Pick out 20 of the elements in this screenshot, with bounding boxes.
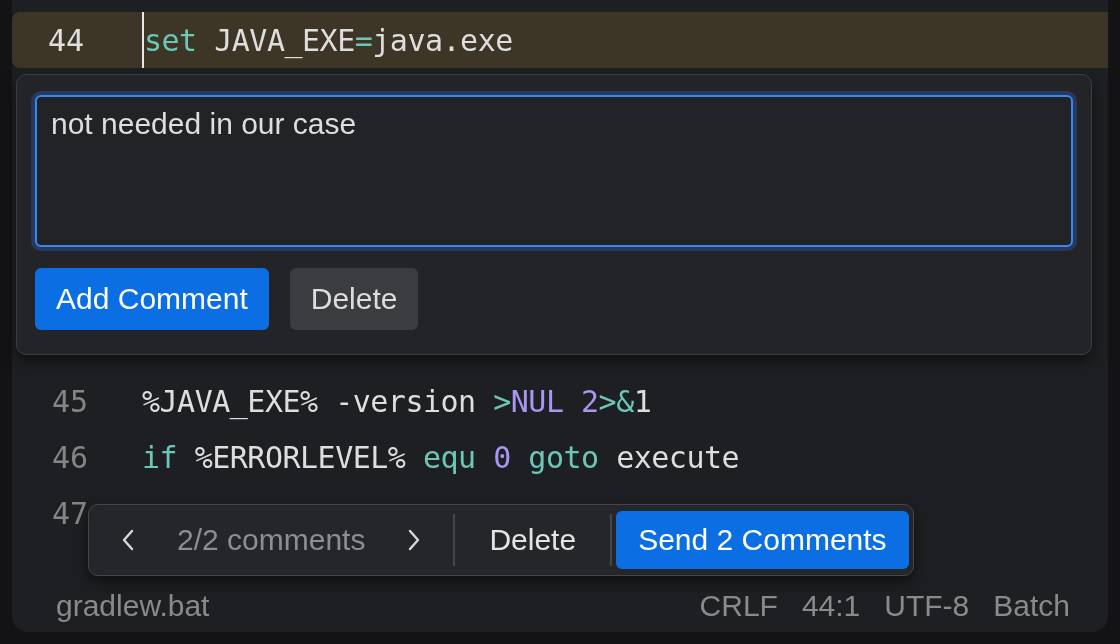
line-number: 47 (51, 495, 90, 531)
code-line: %JAVA_EXE% -version >NUL 2>&1 (142, 383, 652, 419)
status-item[interactable]: 44:1 (801, 589, 861, 623)
line-number: 46 (51, 439, 90, 475)
line-number: 45 (51, 383, 90, 419)
comment-counter: 2/2 comments (177, 523, 366, 557)
status-item[interactable]: UTF-8 (884, 589, 970, 623)
line-number: 44 (47, 22, 86, 58)
file-name: gradlew.bat (56, 589, 211, 623)
code-line: if %ERRORLEVEL% equ 0 goto execute (142, 439, 740, 475)
chevron-left-icon[interactable] (121, 528, 135, 552)
delete-button[interactable]: Delete (289, 268, 419, 330)
add-comment-button[interactable]: Add Comment (35, 268, 269, 330)
comment-field[interactable]: not needed in our case (35, 95, 1073, 247)
status-item[interactable]: CRLF (699, 589, 778, 623)
delete-button[interactable]: Delete (467, 511, 599, 569)
status-item[interactable]: Batch (993, 589, 1070, 623)
code-line: set JAVA_EXE=java.exe (144, 22, 513, 58)
chevron-right-icon[interactable] (407, 528, 422, 552)
send-comments-button[interactable]: Send 2 Comments (616, 511, 909, 569)
